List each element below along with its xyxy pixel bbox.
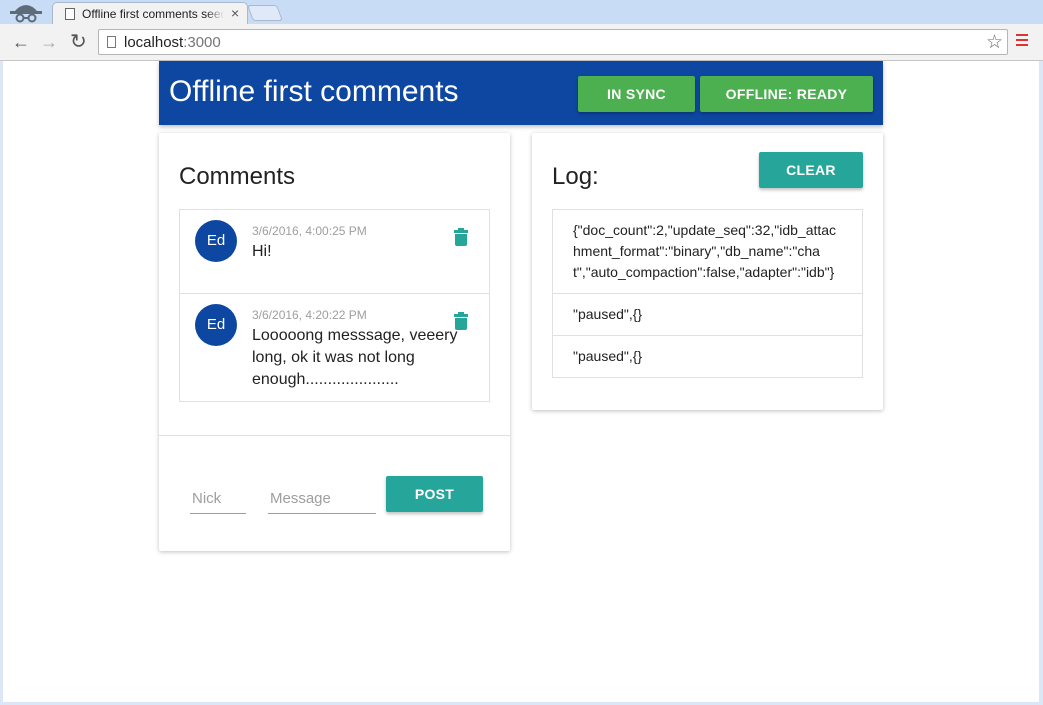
browser-toolbar: ← → ↻ localhost:3000 ☆ [0,24,1043,61]
clear-button[interactable]: CLEAR [759,152,863,188]
page-viewport: Offline first comments IN SYNC OFFLINE: … [3,61,1039,702]
nick-input[interactable] [190,483,246,514]
divider [159,435,510,436]
back-icon[interactable]: ← [12,32,30,52]
incognito-icon [10,5,42,23]
message-input[interactable] [268,483,376,514]
comment-text: Looooong messsage, veeery long, ok it wa… [252,327,458,388]
url-port: :3000 [183,34,221,51]
avatar: Ed [195,220,237,262]
menu-icon[interactable] [1016,34,1028,49]
post-button[interactable]: POST [386,476,483,512]
browser-tab[interactable]: Offline first comments seed × [52,2,248,25]
comment-list: Ed 3/6/2016, 4:00:25 PM Hi! Ed 3/6/2016,… [179,209,490,402]
log-entry: "paused",{} [573,306,643,322]
page-icon [65,8,75,20]
page-icon [107,36,116,48]
comment-date: 3/6/2016, 4:00:25 PM [252,224,367,238]
tab-title: Offline first comments seed [82,7,224,21]
page-title: Offline first comments [169,75,459,108]
log-card: Log: CLEAR {"doc_count":2,"update_seq":3… [532,133,883,410]
address-bar[interactable]: localhost:3000 ☆ [98,29,1008,55]
comment-date: 3/6/2016, 4:20:22 PM [252,308,367,322]
new-tab-button[interactable] [247,5,283,21]
log-entry: {"doc_count":2,"update_seq":32,"idb_atta… [573,222,837,280]
forward-icon[interactable]: → [40,32,58,52]
log-title: Log: [552,163,599,190]
offline-ready-button[interactable]: OFFLINE: READY [700,76,873,112]
bookmark-star-icon[interactable]: ☆ [986,31,1003,54]
comments-card: Comments Ed 3/6/2016, 4:00:25 PM Hi! Ed … [159,133,510,551]
log-entry: "paused",{} [573,348,643,364]
avatar: Ed [195,304,237,346]
divider [553,293,862,294]
app-header: Offline first comments IN SYNC OFFLINE: … [159,61,883,125]
delete-icon[interactable] [454,228,468,246]
url-host: localhost [124,34,184,51]
comments-title: Comments [179,163,296,190]
divider [553,335,862,336]
in-sync-button[interactable]: IN SYNC [578,76,695,112]
list-item: Ed 3/6/2016, 4:00:25 PM Hi! [180,210,489,294]
tab-strip: Offline first comments seed × [0,0,1043,25]
url-text: localhost:3000 [124,34,221,51]
list-item: Ed 3/6/2016, 4:20:22 PM Looooong messsag… [180,294,489,402]
close-icon[interactable]: × [231,5,239,21]
comment-text: Hi! [252,243,272,260]
delete-icon[interactable] [454,312,468,330]
reload-icon[interactable]: ↻ [70,32,87,52]
log-list: {"doc_count":2,"update_seq":32,"idb_atta… [552,209,863,378]
